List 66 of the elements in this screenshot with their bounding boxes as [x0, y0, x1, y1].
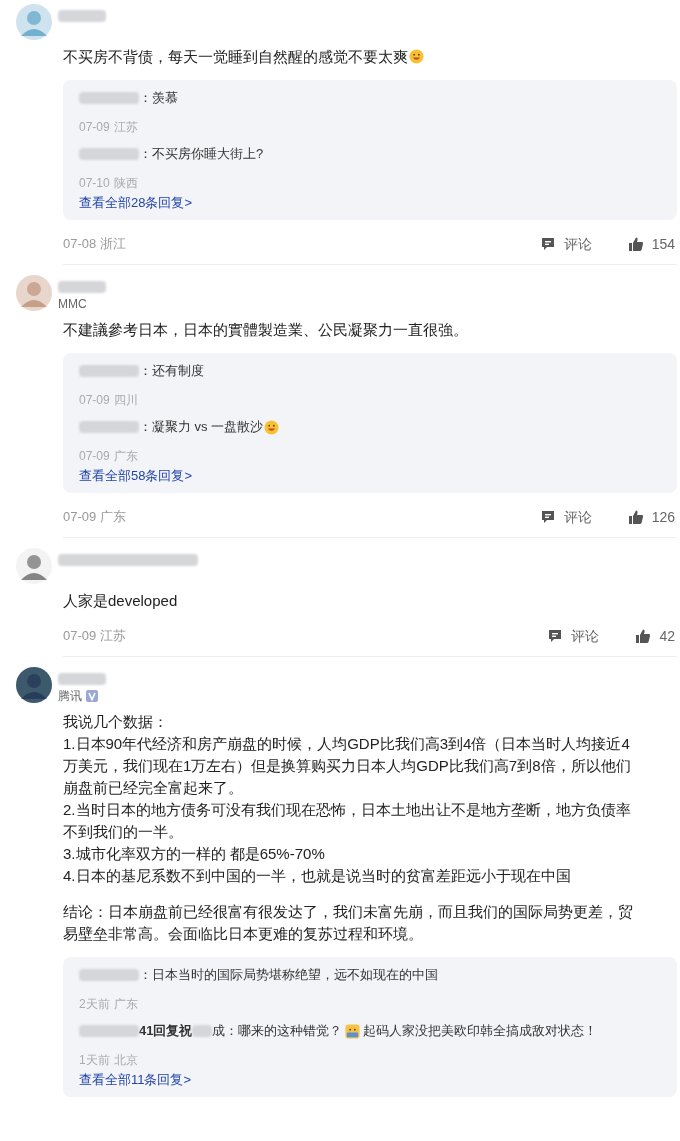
comment-region: 江苏	[100, 627, 127, 646]
reply-region: 北京	[113, 1052, 138, 1069]
reply-region: 广东	[113, 448, 138, 465]
comment-text: 1.日本90年代经济和房产崩盘的时候，人均GDP比我们高3到4倍（日本当时人均接近4万美元，我们现在1万左右）但是换算购买力日本人均GDP比我们高7到8倍，所以他们崩盘前已经完全富起来了。	[63, 734, 632, 798]
reply-text: 起码人家没把美欧印韩全搞成敌对状态！	[363, 1022, 598, 1040]
thumbs-up-icon	[627, 509, 644, 525]
emoji-icon	[345, 1023, 361, 1039]
reply-date: 2天前	[79, 996, 110, 1013]
reply-author[interactable]: 41回复祝	[139, 1021, 193, 1041]
comment-text: 2.当时日本的地方债务可没有我们现在恐怖，日本土地出让不是地方垄断，地方负债率不到我们的一半。	[63, 800, 632, 842]
reply-region: 四川	[113, 392, 138, 409]
blurred-name	[58, 10, 106, 22]
blurred-name	[79, 365, 139, 377]
reply-text: 成：哪来的这种错觉？	[212, 1022, 343, 1040]
blurred-name	[79, 969, 139, 981]
avatar[interactable]	[16, 667, 52, 703]
comment-text: 结论：日本崩盘前已经很富有很发达了，我们未富先崩，而且我们的国际局势更差，贸易壁垒非常高。会面临比日本更难的复苏过程和环境。	[63, 902, 634, 944]
comment-text: 我说几个数据：	[63, 712, 169, 732]
reply-text: ：日本当时的国际局势堪称绝望，远不如现在的中国	[139, 966, 438, 984]
user-tag: 腾讯	[58, 687, 82, 705]
comment-icon	[539, 509, 556, 525]
comment-button[interactable]: 评论	[539, 233, 592, 255]
comment-text: 人家是developed	[63, 591, 179, 611]
blurred-name	[79, 421, 139, 433]
reply-date: 07-09	[79, 392, 110, 409]
blurred-name	[58, 673, 106, 685]
thumbs-up-icon	[635, 628, 652, 644]
comment-region: 广东	[100, 508, 127, 527]
reply-date: 07-09	[79, 448, 110, 465]
like-button[interactable]: 42	[635, 625, 675, 647]
blurred-name	[79, 148, 139, 160]
comment-date: 07-09	[63, 508, 97, 527]
emoji-icon	[264, 419, 280, 435]
reply-date: 1天前	[79, 1052, 110, 1069]
view-all-replies-link[interactable]: 查看全部58条回复>	[79, 467, 193, 485]
blurred-name	[58, 281, 106, 293]
blurred-name	[192, 1025, 213, 1037]
view-all-replies-link[interactable]: 查看全部28条回复>	[79, 194, 193, 212]
comment-text: 不买房不背债，每天一觉睡到自然醒的感觉不要太爽	[63, 46, 638, 68]
comment-region: 浙江	[100, 235, 127, 254]
reply-text: ：凝聚力 vs 一盘散沙	[139, 418, 264, 436]
reply-text: ：羡慕	[139, 89, 178, 107]
like-button[interactable]: 154	[627, 233, 675, 255]
blurred-name	[79, 92, 139, 104]
comment-text: 3.城市化率双方的一样的 都是65%-70%	[63, 844, 326, 864]
comment-text: 不建議參考日本，日本的實體製造業、公民凝聚力一直很強。	[63, 320, 469, 340]
reply-region: 江苏	[113, 119, 138, 136]
blurred-name	[79, 1025, 139, 1037]
reply-date: 07-09	[79, 119, 110, 136]
thumbs-up-icon	[627, 236, 644, 252]
comment-button[interactable]: 评论	[539, 506, 592, 528]
comment-icon	[539, 236, 556, 252]
view-all-replies-link[interactable]: 查看全部11条回复>	[79, 1071, 192, 1089]
reply-date: 07-10	[79, 175, 110, 192]
comment-text: 4.日本的基尼系数不到中国的一半，也就是说当时的贫富差距远小于现在中国	[63, 866, 572, 886]
reply-region: 广东	[113, 996, 138, 1013]
reply-region: 陕西	[113, 175, 138, 192]
comment-icon	[547, 628, 564, 644]
reply-text: ：还有制度	[139, 362, 204, 380]
comment-date: 07-08	[63, 235, 97, 254]
comment-button[interactable]: 评论	[547, 625, 600, 647]
reply-text: ：不买房你睡大街上?	[139, 145, 264, 163]
emoji-icon	[409, 49, 424, 64]
user-tag: MMC	[58, 295, 87, 313]
like-button[interactable]: 126	[627, 506, 675, 528]
comment-date: 07-09	[63, 627, 97, 646]
